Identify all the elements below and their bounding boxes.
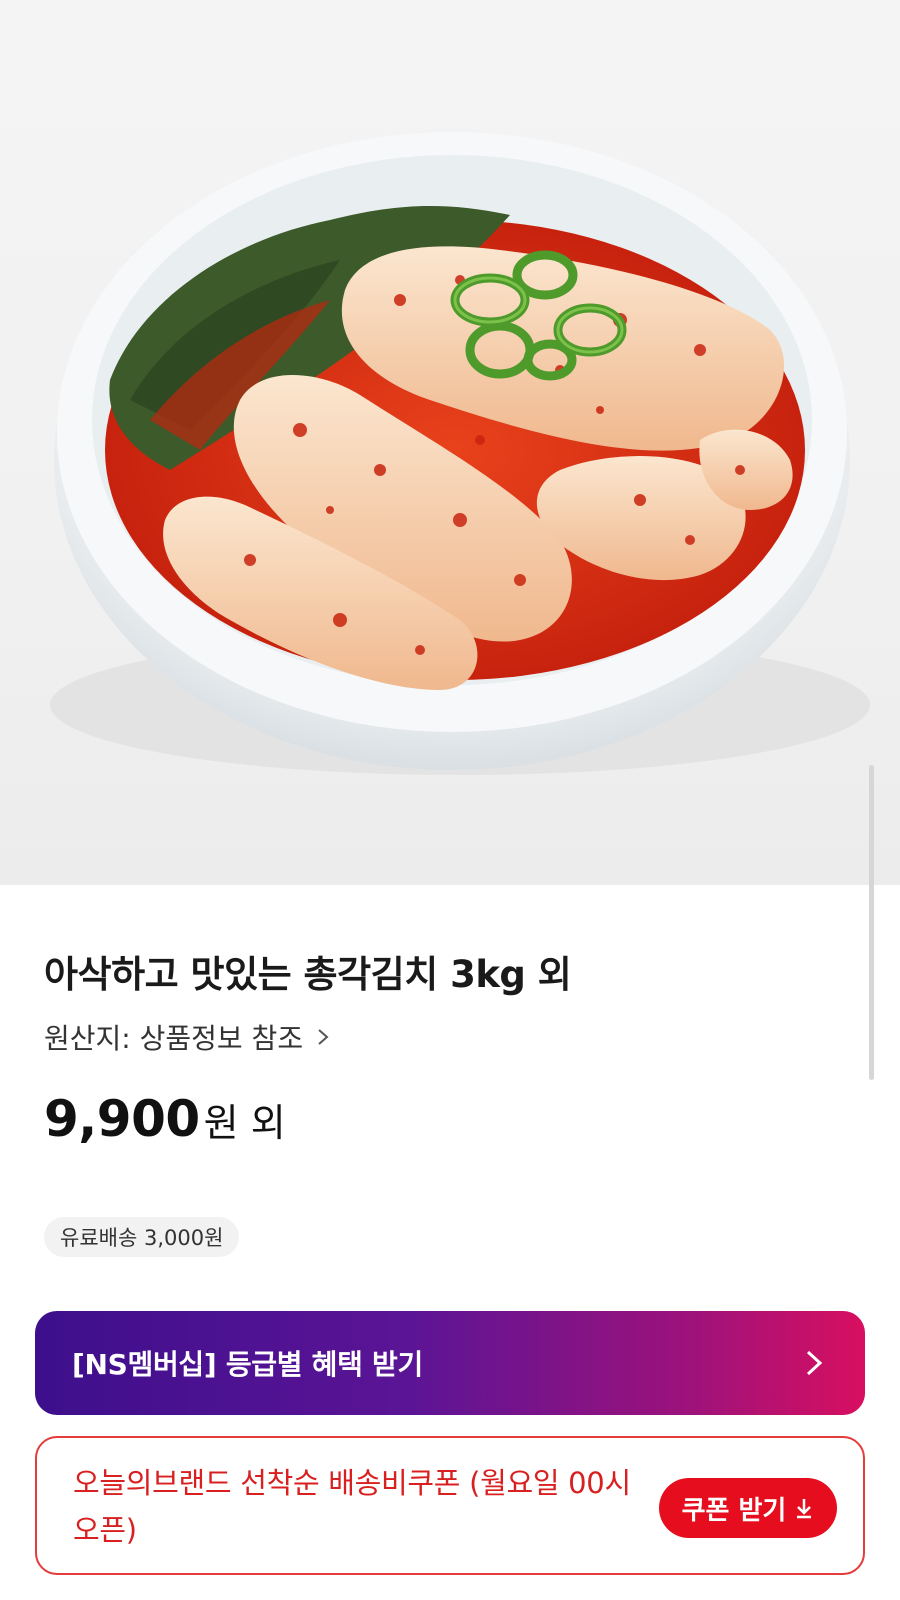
coupon-button-label: 쿠폰 받기	[681, 1495, 787, 1526]
origin-label: 원산지: 상품정보 참조	[44, 1022, 304, 1055]
shipping-badge: 유료배송 3,000원	[44, 1217, 240, 1257]
kimchi-bowl-illustration	[50, 132, 870, 775]
origin-link[interactable]: 원산지: 상품정보 참조	[44, 1015, 333, 1059]
coupon-text: 오늘의브랜드 선착순 배송비쿠폰 (월요일 00시 오픈)	[73, 1466, 631, 1547]
price-unit: 원 외	[203, 1101, 286, 1145]
membership-label: [NS멤버십] 등급별 혜택 받기	[72, 1348, 423, 1381]
scrollbar[interactable]	[869, 765, 874, 1080]
download-arrow-icon	[797, 1499, 812, 1519]
coupon-banner: 오늘의브랜드 선착순 배송비쿠폰 (월요일 00시 오픈) 쿠폰 받기	[35, 1436, 865, 1575]
chevron-right-icon	[318, 1029, 329, 1045]
chevron-right-icon	[806, 1350, 823, 1376]
product-price: 9,900 원 외	[44, 1090, 286, 1148]
price-number: 9,900	[44, 1090, 200, 1148]
product-image[interactable]	[0, 0, 900, 885]
membership-benefit-button[interactable]: [NS멤버십] 등급별 혜택 받기	[35, 1311, 865, 1415]
get-coupon-button[interactable]: 쿠폰 받기	[659, 1478, 837, 1538]
product-title: 아삭하고 맛있는 총각김치 3kg 외	[44, 953, 572, 996]
